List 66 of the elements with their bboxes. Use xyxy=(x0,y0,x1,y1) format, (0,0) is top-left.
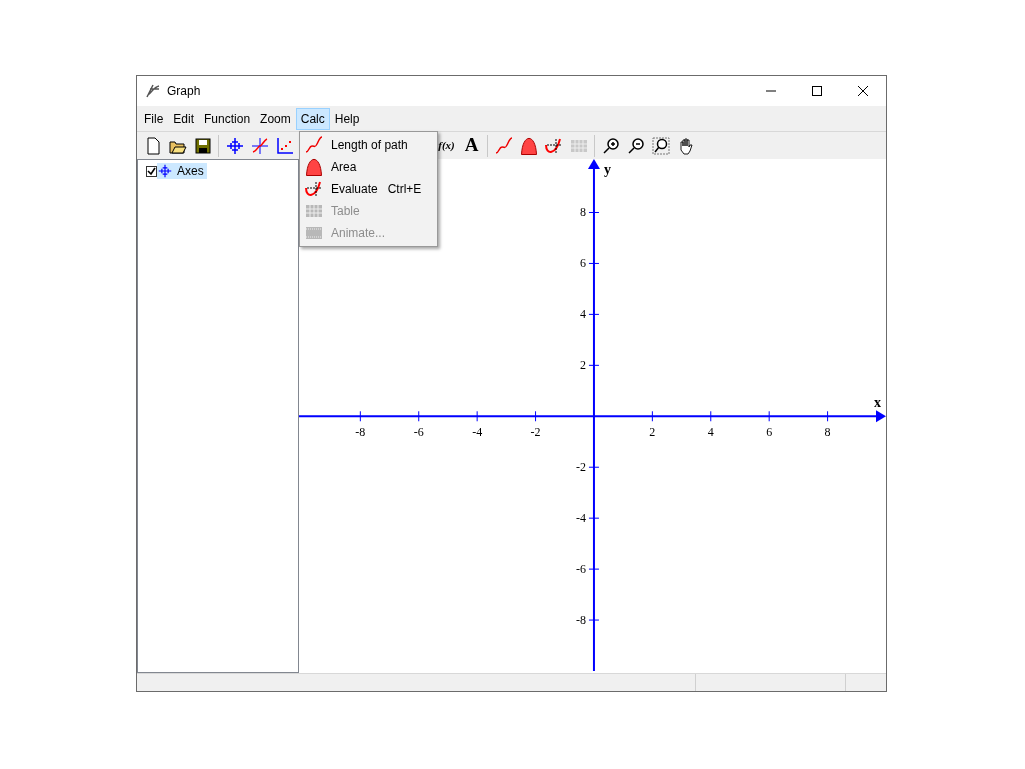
tick-label: 4 xyxy=(579,307,586,322)
tick-mark xyxy=(588,364,600,366)
zoom-in-icon xyxy=(601,136,620,155)
tick-mark xyxy=(588,466,600,468)
animation-film-icon xyxy=(305,224,323,242)
zoom-window-icon xyxy=(651,136,670,155)
tick-label: -2 xyxy=(530,425,541,440)
curve-axes-icon xyxy=(250,136,269,155)
tick-label: -4 xyxy=(575,511,586,526)
tick-mark xyxy=(588,517,600,519)
menu-item[interactable]: Calc xyxy=(295,107,330,130)
evaluate-curve-icon xyxy=(305,180,323,198)
tick-mark xyxy=(710,410,712,422)
maximize-icon xyxy=(812,86,822,96)
tick-mark xyxy=(476,410,478,422)
tick-label: -2 xyxy=(575,460,586,475)
curve-icon xyxy=(305,136,323,154)
tick-mark xyxy=(588,568,600,570)
tick-mark xyxy=(651,410,653,422)
table-grid-icon xyxy=(305,202,323,220)
tick-mark xyxy=(827,410,829,422)
evaluate-curve-icon xyxy=(544,136,563,155)
tick-label: 8 xyxy=(579,205,586,220)
axis-label: x xyxy=(874,395,881,411)
tick-label: -8 xyxy=(575,613,586,628)
checkbox[interactable] xyxy=(146,165,157,177)
menu-item[interactable]: File xyxy=(139,107,169,130)
point-series-icon xyxy=(275,136,294,155)
tree-item[interactable]: Axes xyxy=(157,163,207,179)
menu-option[interactable]: Area xyxy=(300,156,437,178)
tick-label: -4 xyxy=(472,425,483,440)
axes-icon xyxy=(225,136,244,155)
tick-label: 2 xyxy=(649,425,656,440)
tick-mark xyxy=(588,212,600,213)
text-label-button[interactable]: A xyxy=(459,133,484,158)
tick-label: -8 xyxy=(355,425,366,440)
tick-mark xyxy=(588,313,600,315)
close-icon xyxy=(858,86,868,96)
shaded-area-icon xyxy=(305,158,323,176)
tick-mark xyxy=(588,262,600,264)
tick-mark xyxy=(588,619,600,621)
tick-label: 2 xyxy=(579,358,586,373)
zoom-out-icon xyxy=(626,136,645,155)
function-label-button[interactable]: f(x) xyxy=(434,133,459,158)
curve-icon xyxy=(494,136,513,155)
tick-label: 6 xyxy=(766,425,773,440)
menu-item[interactable]: Zoom xyxy=(255,107,296,130)
menu-option[interactable]: Length of path xyxy=(300,134,437,156)
tick-label: 6 xyxy=(579,256,586,271)
axis-label: y xyxy=(603,162,611,177)
tick-mark xyxy=(535,410,537,422)
axes-icon xyxy=(157,164,173,178)
tick-label: 4 xyxy=(707,425,714,440)
app-logo-icon xyxy=(145,83,161,99)
menu-item[interactable]: Help xyxy=(329,107,365,130)
tick-label: -6 xyxy=(413,425,424,440)
tick-mark xyxy=(359,410,361,422)
menu-item[interactable]: Function xyxy=(199,107,256,130)
window-title: Graph xyxy=(167,83,201,100)
tick-label: 8 xyxy=(824,425,831,440)
menu-item[interactable]: Edit xyxy=(168,107,200,130)
tick-mark xyxy=(418,410,420,422)
shaded-area-icon xyxy=(519,136,538,155)
tick-mark xyxy=(768,410,770,422)
tick-label: -6 xyxy=(575,562,586,577)
menu-option[interactable]: Evaluate Ctrl+E xyxy=(300,178,437,200)
